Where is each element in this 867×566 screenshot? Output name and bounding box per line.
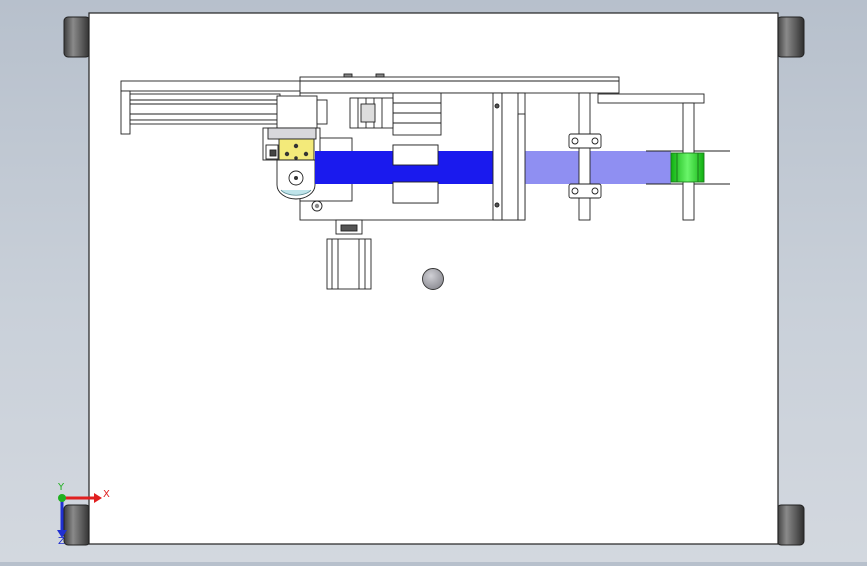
assembly-drawing: X Y Z (57, 12, 805, 547)
green-pulley[interactable] (670, 152, 705, 183)
foot-top-left (63, 16, 91, 58)
z-axis-label: Z (58, 536, 65, 547)
x-axis-label: X (103, 489, 110, 500)
foot-bottom-right (776, 504, 805, 546)
right-top-bar[interactable] (597, 93, 705, 104)
grey-knob[interactable] (422, 268, 444, 290)
belt-clamp-bottom (392, 181, 439, 204)
top-rail-plate[interactable] (299, 73, 620, 94)
belt-left-cap-top (315, 157, 352, 159)
foot-top-right (776, 16, 805, 58)
foot-bottom-left (63, 504, 91, 546)
light-conveyor-belt[interactable] (523, 151, 671, 184)
y-axis-dot (58, 494, 66, 502)
y-axis-label: Y (57, 482, 65, 493)
cad-viewport[interactable]: X Y Z (0, 0, 867, 562)
yellow-clamp-block[interactable] (278, 138, 315, 163)
belt-clamp-top (392, 144, 439, 166)
